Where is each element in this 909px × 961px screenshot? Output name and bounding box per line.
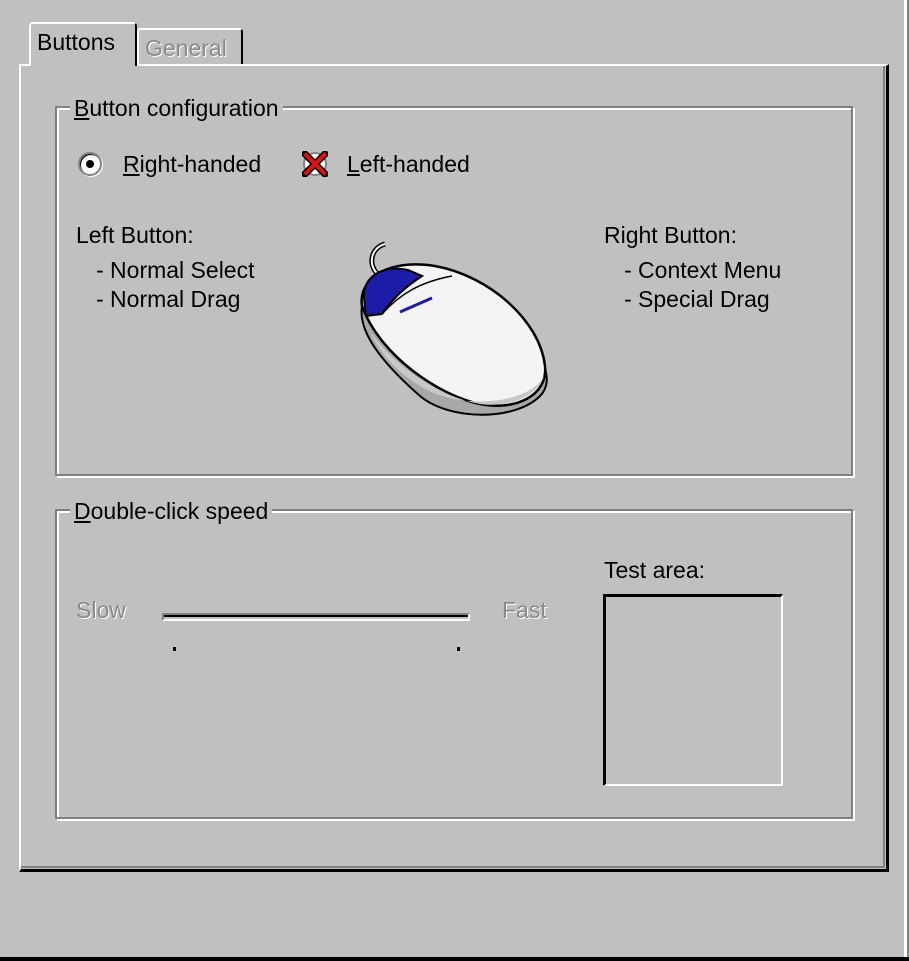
mouse-icon bbox=[360, 241, 548, 416]
left-button-item: - Normal Select bbox=[96, 257, 255, 283]
left-handed-label[interactable]: Left-handed bbox=[347, 150, 470, 178]
right-button-item: - Context Menu bbox=[624, 257, 782, 283]
double-click-speed-legend: Double-click speed bbox=[70, 497, 273, 525]
window-bottom-edge bbox=[0, 957, 909, 961]
fast-label: Fast bbox=[502, 597, 547, 623]
left-button-title: Left Button: bbox=[76, 222, 194, 248]
radio-selected-dot bbox=[86, 160, 94, 168]
left-button-item: - Normal Drag bbox=[96, 286, 241, 312]
right-handed-radio[interactable] bbox=[78, 152, 102, 176]
tab-general[interactable]: General bbox=[137, 28, 243, 64]
slider-track-inner bbox=[164, 615, 468, 617]
test-area-label: Test area: bbox=[604, 557, 705, 583]
right-handed-label[interactable]: Right-handed bbox=[123, 150, 261, 178]
button-configuration-legend: Button configuration bbox=[70, 94, 283, 122]
tab-buttons-label: Buttons bbox=[37, 29, 115, 55]
right-button-item: - Special Drag bbox=[624, 286, 770, 312]
slow-label: Slow bbox=[76, 597, 126, 623]
tab-general-label: General bbox=[145, 35, 227, 61]
slider-tick bbox=[173, 647, 176, 651]
right-button-title: Right Button: bbox=[604, 222, 737, 248]
left-handed-x-icon[interactable] bbox=[302, 151, 328, 177]
slider-tick bbox=[457, 647, 460, 651]
test-area-box[interactable] bbox=[603, 594, 783, 786]
tab-buttons[interactable]: Buttons bbox=[29, 22, 137, 66]
